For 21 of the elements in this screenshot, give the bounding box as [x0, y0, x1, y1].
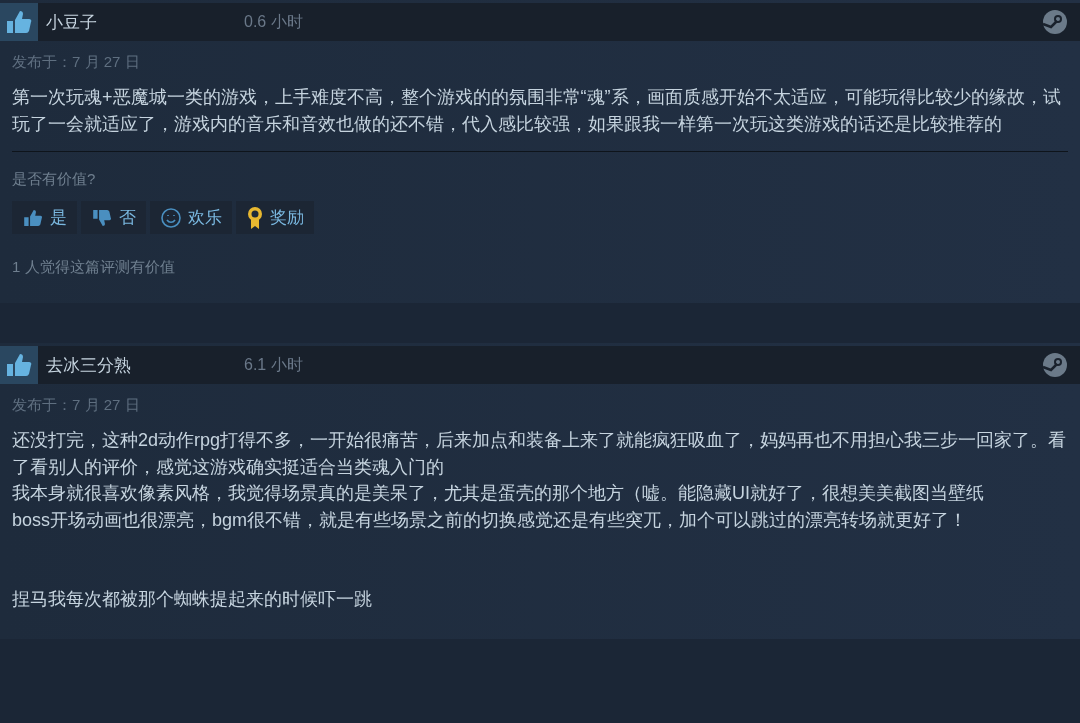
review-paragraph: 还没打完，这种2d动作rpg打得不多，一开始很痛苦，后来加点和装备上来了就能疯狂吸血了，妈妈再也不用担心我三步一回家了。看了看别人的评价，感觉这游戏确实挺适合当类魂入门的 — [11, 429, 1068, 479]
review-paragraph: boss开场动画也很漂亮，bgm很不错，就是有些场景之前的切换感觉还是有些突兀，加个可以跳过的漂亮转场就更好了！ — [11, 508, 969, 532]
steam-logo-icon — [1042, 9, 1068, 35]
helpful-prompt: 是否有价值? — [11, 169, 97, 189]
vote-button[interactable]: 否 — [81, 201, 146, 234]
play-hours: 6.1 小时 — [244, 354, 303, 375]
play-hours: 0.6 小时 — [244, 11, 303, 32]
award-ribbon-icon — [246, 205, 264, 230]
steam-logo-icon — [1042, 352, 1068, 378]
author-name[interactable]: 小豆子 — [46, 10, 236, 34]
vote-button[interactable]: 欢乐 — [150, 201, 232, 234]
helpful-count: 1 人觉得这篇评测有价值 — [11, 257, 176, 277]
post-date: 发布于：7 月 27 日 — [11, 52, 141, 72]
vote-button[interactable]: 是 — [12, 201, 77, 234]
smiley-icon — [160, 206, 182, 229]
vote-button[interactable]: 奖励 — [236, 201, 314, 234]
review-paragraph: 我本身就很喜欢像素风格，我觉得场景真的是美呆了，尤其是蛋壳的那个地方（嘘。能隐藏UI就好了，很想美美截图当壁纸 — [11, 482, 985, 505]
post-date: 发布于：7 月 27 日 — [11, 395, 141, 415]
review-text: 第一次玩魂+恶魔城一类的游戏，上手难度不高，整个游戏的的氛围非常“魂”系，画面质感开始不太适应，可能玩得比较少的缘故，试玩了一会就适应了，游戏内的音乐和音效也做的还不错，代入感比较强，如果跟我一样第一次玩这类游戏的话还是比较推荐的 — [11, 86, 1062, 136]
author-name[interactable]: 去冰三分熟 — [46, 353, 236, 377]
review-paragraph: 捏马我每次都被那个蜘蛛提起来的时候吓一跳 — [11, 588, 373, 611]
